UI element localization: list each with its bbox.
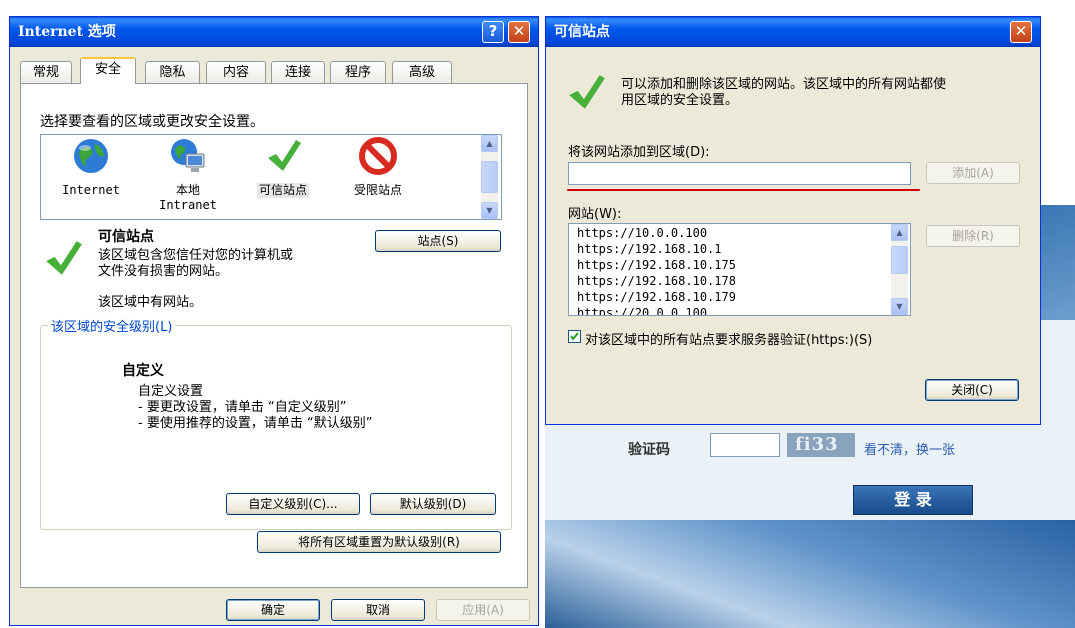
trusted-sites-close-icon[interactable]: ✕ — [1010, 21, 1032, 43]
add-site-button: 添加(A) — [926, 162, 1020, 184]
no-entry-icon — [359, 137, 397, 175]
trusted-sites-info-line2: 用区域的安全设置。 — [621, 93, 739, 108]
scroll-up-icon[interactable]: ▲ — [891, 224, 908, 241]
trusted-sites-check-icon — [569, 75, 605, 109]
require-https-label[interactable]: 对该区域中的所有站点要求服务器验证(https:)(S) — [585, 329, 872, 348]
scroll-thumb[interactable] — [891, 246, 908, 274]
captcha-label: 验证码 — [628, 442, 670, 458]
websites-list-scrollbar[interactable]: ▲ ▼ — [891, 224, 908, 315]
scroll-up-icon[interactable]: ▲ — [481, 135, 498, 152]
captcha-image-text: fi33 — [795, 434, 839, 455]
tab-programs[interactable]: 程序 — [330, 61, 386, 83]
zone-internet-label: Internet — [62, 183, 120, 197]
tab-content[interactable]: 内容 — [206, 61, 266, 83]
scroll-down-icon[interactable]: ▼ — [891, 298, 908, 315]
zone-trusted-sites-label: 可信站点 — [256, 183, 309, 198]
captcha-refresh-link[interactable]: 看不清，换一张 — [864, 439, 955, 458]
zone-restricted-sites[interactable]: 受限站点 — [338, 136, 418, 198]
ok-button[interactable]: 确定 — [226, 599, 320, 621]
website-item[interactable]: https://192.168.10.179 — [577, 289, 736, 305]
scroll-thumb[interactable] — [481, 161, 498, 193]
local-intranet-icon — [171, 139, 205, 172]
default-level-button[interactable]: 默认级别(D) — [370, 493, 496, 515]
zone-local-intranet[interactable]: 本地 Intranet — [148, 136, 228, 212]
scroll-down-icon[interactable]: ▼ — [481, 202, 498, 219]
zone-info-desc-line2: 文件没有损害的网站。 — [98, 264, 229, 279]
zone-trusted-sites[interactable]: 可信站点 — [243, 136, 323, 198]
tab-general[interactable]: 常规 — [20, 61, 72, 83]
security-level-line3: - 要使用推荐的设置，请单击 “默认级别” — [138, 416, 373, 431]
zone-internet[interactable]: Internet — [51, 136, 131, 198]
help-button[interactable]: ? — [482, 21, 504, 43]
cancel-button[interactable]: 取消 — [331, 599, 425, 621]
website-item[interactable]: https://20.0.0.100 — [577, 305, 707, 315]
login-button[interactable]: 登 录 — [853, 485, 973, 515]
apply-button: 应用(A) — [436, 599, 530, 621]
website-item[interactable]: https://192.168.10.175 — [577, 257, 736, 273]
sites-button[interactable]: 站点(S) — [375, 230, 501, 252]
tab-security[interactable]: 安全 — [80, 57, 136, 84]
zone-local-intranet-label: 本地 — [175, 183, 200, 197]
website-item[interactable]: https://10.0.0.100 — [577, 225, 707, 241]
tab-privacy[interactable]: 隐私 — [145, 61, 200, 83]
website-item[interactable]: https://192.168.10.1 — [577, 241, 722, 257]
captcha-image[interactable]: fi33 — [787, 433, 855, 457]
remove-site-button: 删除(R) — [926, 225, 1020, 247]
add-site-label: 将该网站添加到区域(D): — [568, 145, 710, 160]
internet-options-titlebar: Internet 选项 — [10, 17, 538, 47]
tab-advanced[interactable]: 高级 — [392, 61, 452, 83]
websites-list[interactable]: https://10.0.0.100 https://192.168.10.1 … — [568, 223, 911, 316]
input-red-underline — [567, 189, 920, 191]
internet-options-title: Internet 选项 — [18, 24, 116, 40]
website-item[interactable]: https://192.168.10.178 — [577, 273, 736, 289]
captcha-input[interactable] — [710, 433, 780, 457]
tab-connections[interactable]: 连接 — [271, 61, 325, 83]
custom-level-button[interactable]: 自定义级别(C)... — [226, 493, 360, 515]
trusted-sites-titlebar: 可信站点 — [546, 17, 1040, 47]
reset-all-zones-button[interactable]: 将所有区域重置为默认级别(R) — [257, 531, 501, 553]
zone-list-scrollbar[interactable]: ▲ ▼ — [481, 135, 498, 219]
trusted-zone-check-icon — [46, 241, 82, 275]
security-level-name: 自定义 — [122, 363, 164, 379]
security-level-group-label: 该区域的安全级别(L) — [48, 316, 176, 335]
zone-has-sites-text: 该区域中有网站。 — [98, 295, 203, 310]
trusted-sites-title: 可信站点 — [554, 24, 610, 40]
globe-icon — [74, 139, 108, 173]
select-zone-prompt: 选择要查看的区域或更改安全设置。 — [40, 114, 264, 130]
require-https-checkbox[interactable] — [568, 330, 581, 343]
checkmark-icon — [570, 332, 579, 341]
zone-local-intranet-label2: Intranet — [159, 198, 217, 212]
login-background-bottom — [545, 520, 1075, 628]
zone-restricted-sites-label: 受限站点 — [353, 183, 402, 197]
close-icon[interactable]: ✕ — [508, 21, 530, 43]
check-icon — [268, 140, 301, 171]
add-site-input[interactable] — [568, 162, 911, 185]
close-button[interactable]: 关闭(C) — [925, 379, 1019, 401]
zone-info-title: 可信站点 — [98, 229, 154, 245]
websites-label: 网站(W): — [568, 207, 622, 222]
